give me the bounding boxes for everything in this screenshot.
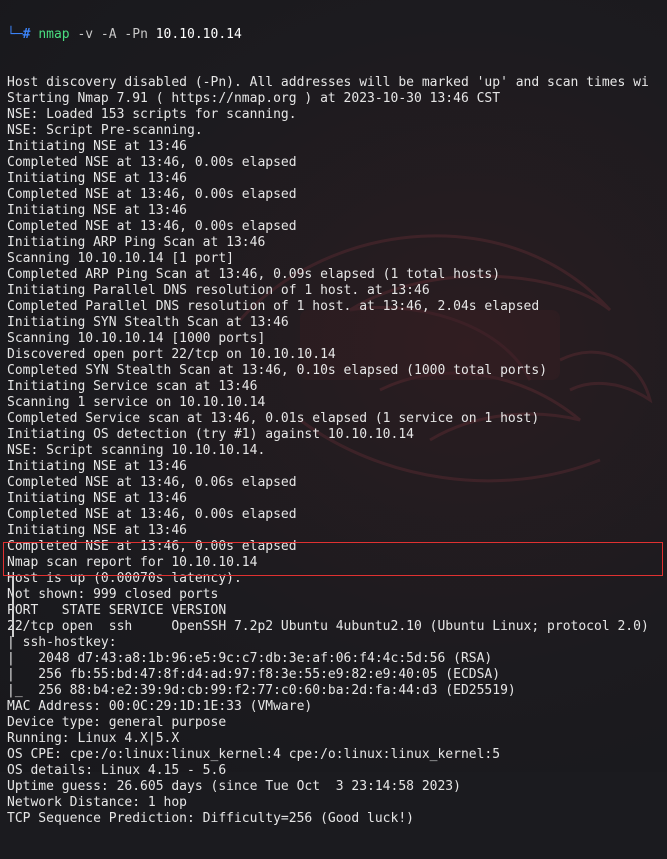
- output-line: Host discovery disabled (-Pn). All addre…: [7, 75, 649, 90]
- output-line: Initiating NSE at 13:46: [7, 491, 188, 506]
- command-name: nmap: [38, 27, 70, 42]
- output-line: Device type: general purpose: [7, 715, 227, 730]
- output-line: Network Distance: 1 hop: [7, 795, 188, 810]
- output-line: 22/tcp open ssh OpenSSH 7.2p2 Ubuntu 4ub…: [7, 619, 649, 634]
- output-line: Starting Nmap 7.91 ( https://nmap.org ) …: [7, 91, 501, 106]
- output-line: Discovered open port 22/tcp on 10.10.10.…: [7, 347, 336, 362]
- output-line: Completed SYN Stealth Scan at 13:46, 0.1…: [7, 363, 548, 378]
- output-line: OS CPE: cpe:/o:linux:linux_kernel:4 cpe:…: [7, 747, 501, 762]
- prompt-line: └─# nmap -v -A -Pn 10.10.10.14: [7, 27, 667, 43]
- output-line: Completed NSE at 13:46, 0.06s elapsed: [7, 475, 297, 490]
- output-line: PORT STATE SERVICE VERSION: [7, 603, 227, 618]
- output-line: Initiating NSE at 13:46: [7, 171, 188, 186]
- output-line: NSE: Script Pre-scanning.: [7, 123, 203, 138]
- output-line: TCP Sequence Prediction: Difficulty=256 …: [7, 811, 414, 826]
- output-line: | ssh-hostkey:: [7, 635, 117, 650]
- output-line: | 256 fb:55:bd:47:8f:d4:ad:97:f8:3e:55:e…: [7, 667, 501, 682]
- terminal-output: └─# nmap -v -A -Pn 10.10.10.14 Host disc…: [7, 0, 667, 859]
- output-line: Running: Linux 4.X|5.X: [7, 731, 180, 746]
- output-line: Scanning 10.10.10.14 [1 port]: [7, 251, 234, 266]
- output-line: Initiating Parallel DNS resolution of 1 …: [7, 283, 430, 298]
- hostkey-tree-line: [12, 577, 14, 637]
- output-line: NSE: Loaded 153 scripts for scanning.: [7, 107, 297, 122]
- output-line: Completed ARP Ping Scan at 13:46, 0.09s …: [7, 267, 501, 282]
- output-line: Initiating Service scan at 13:46: [7, 379, 258, 394]
- output-line: | 2048 d7:43:a8:1b:96:e5:9c:c7:db:3e:af:…: [7, 651, 493, 666]
- output-line: Uptime guess: 26.605 days (since Tue Oct…: [7, 779, 461, 794]
- port-table-highlight: [3, 542, 663, 576]
- output-line: Initiating NSE at 13:46: [7, 459, 188, 474]
- output-line: Completed NSE at 13:46, 0.00s elapsed: [7, 219, 297, 234]
- output-line: Completed NSE at 13:46, 0.00s elapsed: [7, 507, 297, 522]
- output-line: Initiating SYN Stealth Scan at 13:46: [7, 315, 289, 330]
- output-line: Completed Parallel DNS resolution of 1 h…: [7, 299, 540, 314]
- output-line: Initiating NSE at 13:46: [7, 523, 188, 538]
- output-line: Completed NSE at 13:46, 0.00s elapsed: [7, 155, 297, 170]
- command-args: -v -A -Pn: [69, 27, 156, 42]
- command-target: 10.10.10.14: [155, 27, 242, 42]
- output-line: NSE: Script scanning 10.10.10.14.: [7, 443, 266, 458]
- output-line: Scanning 10.10.10.14 [1000 ports]: [7, 331, 266, 346]
- output-line: Initiating ARP Ping Scan at 13:46: [7, 235, 266, 250]
- output-line: Not shown: 999 closed ports: [7, 587, 219, 602]
- output-line: |_ 256 88:b4:e2:39:9d:cb:99:f2:77:c0:60:…: [7, 683, 516, 698]
- output-line: Completed Service scan at 13:46, 0.01s e…: [7, 411, 540, 426]
- output-line: OS details: Linux 4.15 - 5.6: [7, 763, 227, 778]
- output-line: Initiating NSE at 13:46: [7, 139, 188, 154]
- prompt-symbol: #: [22, 27, 31, 42]
- output-line: Completed NSE at 13:46, 0.00s elapsed: [7, 187, 297, 202]
- output-line: Initiating OS detection (try #1) against…: [7, 427, 414, 442]
- prompt-corner: └─: [7, 27, 23, 42]
- output-line: Initiating NSE at 13:46: [7, 203, 188, 218]
- output-line: MAC Address: 00:0C:29:1D:1E:33 (VMware): [7, 699, 313, 714]
- output-line: Scanning 1 service on 10.10.10.14: [7, 395, 266, 410]
- terminal-window[interactable]: └─# nmap -v -A -Pn 10.10.10.14 Host disc…: [0, 0, 667, 826]
